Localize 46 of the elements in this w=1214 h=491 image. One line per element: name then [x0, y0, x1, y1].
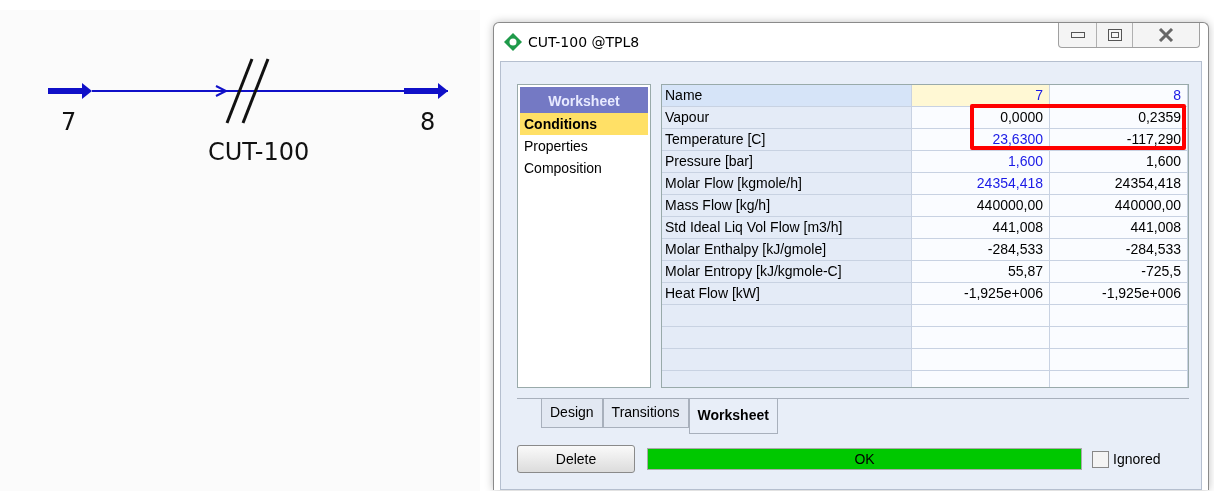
nav-item[interactable]: Properties	[520, 135, 648, 157]
nav-item[interactable]: Composition	[520, 157, 648, 179]
checkbox-label: Ignored	[1113, 451, 1161, 467]
ignored-checkbox[interactable]	[1092, 450, 1109, 468]
restore-icon	[1107, 29, 1122, 41]
table-cell[interactable]: 24354,418	[912, 173, 1050, 195]
close-icon	[1158, 28, 1174, 42]
row-label: Molar Enthalpy [kJ/gmole]	[662, 239, 912, 261]
tab[interactable]: Design	[541, 399, 603, 428]
row-label: Pressure [bar]	[662, 151, 912, 173]
row-label: Molar Flow [kgmole/h]	[662, 173, 912, 195]
table-cell[interactable]: -284,533	[912, 239, 1050, 261]
row-label: Mass Flow [kg/h]	[662, 195, 912, 217]
nav-item[interactable]: Conditions	[520, 113, 648, 135]
tab[interactable]: Worksheet	[688, 398, 778, 434]
table-cell[interactable]: 1,600	[912, 151, 1050, 173]
row-label: Heat Flow [kW]	[662, 283, 912, 305]
minimize-icon	[1070, 32, 1085, 38]
table-cell[interactable]: 1,600	[1050, 151, 1188, 173]
table-cell[interactable]: -1,925e+006	[912, 283, 1050, 305]
nav-header: Worksheet	[520, 87, 648, 113]
row-label: Std Ideal Liq Vol Flow [m3/h]	[662, 217, 912, 239]
status-bar: OK	[647, 448, 1082, 470]
row-label: Molar Entropy [kJ/kgmole-C]	[662, 261, 912, 283]
table-cell[interactable]: 8	[1050, 85, 1188, 107]
table-cell[interactable]: -1,925e+006	[1050, 283, 1188, 305]
table-cell[interactable]: 441,008	[912, 217, 1050, 239]
table-cell[interactable]: 440000,00	[912, 195, 1050, 217]
table-cell[interactable]: 0,0000	[912, 107, 1050, 129]
unit-label: CUT-100	[208, 140, 310, 164]
window-title: CUT-100 @TPL8	[528, 34, 641, 50]
row-label: Name	[662, 85, 912, 107]
table-cell[interactable]: 55,87	[912, 261, 1050, 283]
table-cell[interactable]: 7	[912, 85, 1050, 107]
delete-button[interactable]: Delete	[517, 445, 635, 473]
stream-label: 8	[420, 110, 436, 134]
row-label: Temperature [C]	[662, 129, 912, 151]
app-logo-icon	[504, 33, 522, 51]
table-cell[interactable]: 440000,00	[1050, 195, 1188, 217]
tab[interactable]: Transitions	[602, 399, 689, 428]
table-cell[interactable]: -725,5	[1050, 261, 1188, 283]
row-label: Vapour	[662, 107, 912, 129]
table-cell[interactable]: -284,533	[1050, 239, 1188, 261]
stream-label: 7	[61, 110, 77, 134]
table-cell[interactable]: 24354,418	[1050, 173, 1188, 195]
table-cell[interactable]: 441,008	[1050, 217, 1188, 239]
